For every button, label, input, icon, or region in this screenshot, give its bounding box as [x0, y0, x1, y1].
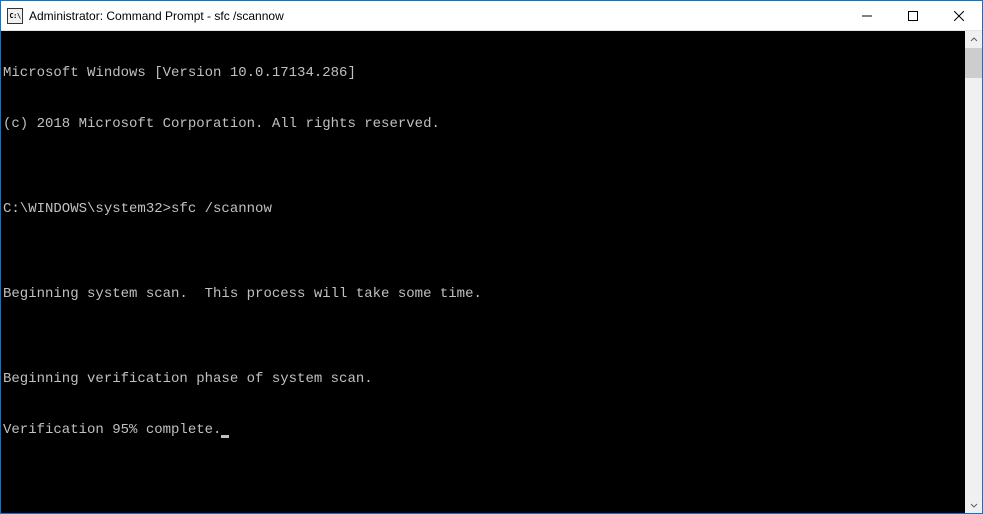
scroll-down-button[interactable] [965, 496, 982, 513]
terminal-line: (c) 2018 Microsoft Corporation. All righ… [3, 116, 963, 133]
scroll-up-button[interactable] [965, 31, 982, 48]
terminal-line: C:\WINDOWS\system32>sfc /scannow [3, 201, 963, 218]
close-button[interactable] [936, 1, 982, 30]
terminal-line: Beginning verification phase of system s… [3, 371, 963, 388]
cursor [221, 435, 229, 438]
terminal-line: Microsoft Windows [Version 10.0.17134.28… [3, 65, 963, 82]
titlebar[interactable]: C:\ Administrator: Command Prompt - sfc … [1, 1, 982, 31]
minimize-button[interactable] [844, 1, 890, 30]
content-area: Microsoft Windows [Version 10.0.17134.28… [1, 31, 982, 513]
cmd-icon: C:\ [7, 8, 23, 24]
chevron-up-icon [970, 36, 978, 44]
terminal-line: Beginning system scan. This process will… [3, 286, 963, 303]
scrollbar-track[interactable] [965, 48, 982, 496]
close-icon [954, 11, 964, 21]
window-controls [844, 1, 982, 30]
scrollbar-thumb[interactable] [965, 48, 982, 78]
maximize-icon [908, 11, 918, 21]
window-title: Administrator: Command Prompt - sfc /sca… [29, 9, 844, 23]
terminal-line: Verification 95% complete. [3, 422, 963, 439]
terminal-output[interactable]: Microsoft Windows [Version 10.0.17134.28… [1, 31, 965, 513]
minimize-icon [862, 11, 872, 21]
chevron-down-icon [970, 501, 978, 509]
vertical-scrollbar[interactable] [965, 31, 982, 513]
maximize-button[interactable] [890, 1, 936, 30]
command-prompt-window: C:\ Administrator: Command Prompt - sfc … [0, 0, 983, 514]
